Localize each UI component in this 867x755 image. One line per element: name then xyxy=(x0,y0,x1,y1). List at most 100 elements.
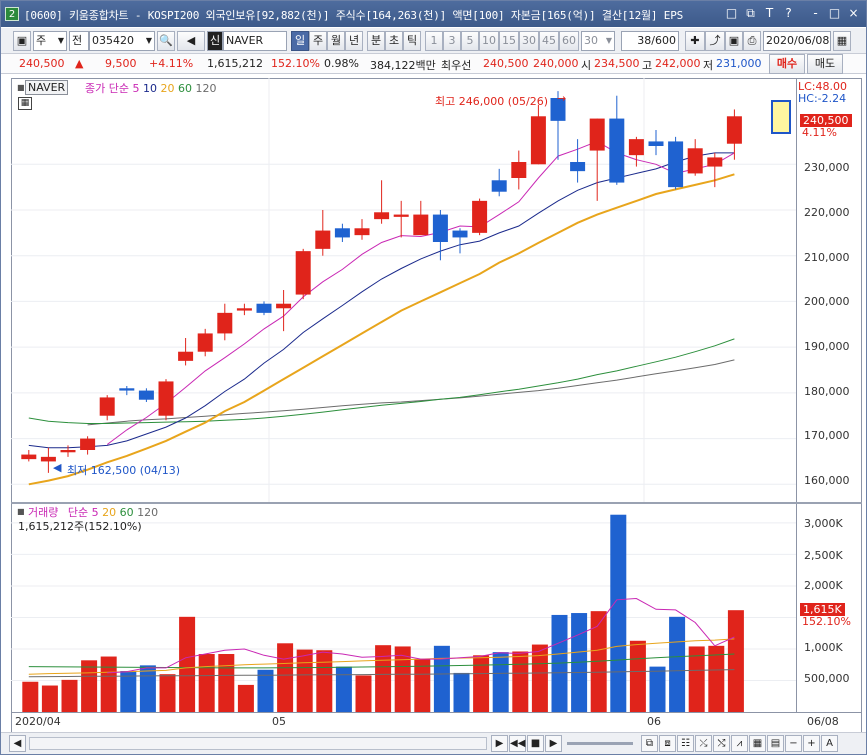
page-count-field: 38/600 xyxy=(621,31,679,51)
candle-body xyxy=(295,251,311,295)
interval-select[interactable]: 30 ▼ xyxy=(581,31,615,51)
close-button[interactable]: × xyxy=(845,5,862,22)
search-icon[interactable]: 🔍 xyxy=(157,31,175,51)
layout-icon[interactable]: □ xyxy=(723,5,740,22)
stock-name-field: NAVER xyxy=(223,31,287,51)
layout-icon[interactable]: ▤ xyxy=(767,735,784,752)
calendar-icon[interactable]: ▦ xyxy=(833,31,851,51)
ma-legend: 종가 단순 5 10 20 60 120 xyxy=(85,82,217,95)
candle-body xyxy=(511,162,527,178)
grid-icon[interactable]: ▦ xyxy=(749,735,766,752)
save-icon[interactable]: ▣ xyxy=(725,31,743,51)
interval-60-button[interactable]: 60 xyxy=(559,31,579,51)
period-month-button[interactable]: 월 xyxy=(327,31,345,51)
table-icon[interactable]: ▦ xyxy=(18,97,32,110)
period-second-button[interactable]: 초 xyxy=(385,31,403,51)
scroll-track[interactable] xyxy=(29,737,487,750)
chevron-down-icon: ▼ xyxy=(605,36,612,45)
candle-body xyxy=(138,390,154,400)
volume-bar xyxy=(139,665,156,712)
volume-bar xyxy=(512,651,529,712)
y-tick: 220,000 xyxy=(804,206,850,219)
volume-bar xyxy=(218,654,235,712)
rewind-icon[interactable]: ◀◀ xyxy=(509,735,526,752)
candle-body xyxy=(334,228,350,238)
volume-bar xyxy=(708,645,725,712)
y-tick: 180,000 xyxy=(804,385,850,398)
trend-icon[interactable]: ⤭ xyxy=(713,735,730,752)
credit-badge: 신 xyxy=(207,31,223,51)
hc-label: HC:-2.24 xyxy=(798,92,847,105)
sell-button[interactable]: 매도 xyxy=(807,54,843,74)
high-price: 242,000 xyxy=(655,57,701,70)
speed-slider[interactable] xyxy=(567,742,633,745)
scroll-right-icon[interactable]: ▶ xyxy=(491,735,508,752)
volume-bar xyxy=(316,650,333,712)
drawing-tool-icon[interactable]: ⤴ xyxy=(705,31,725,51)
arrow-right-icon: → xyxy=(557,92,567,105)
zoom-window-icon[interactable]: ⧉ xyxy=(641,735,658,752)
menu-icon[interactable]: ▣ xyxy=(13,31,31,51)
interval-5-button[interactable]: 5 xyxy=(461,31,479,51)
period-tick-button[interactable]: 틱 xyxy=(403,31,421,51)
candle-body xyxy=(687,148,703,174)
text-icon[interactable]: T xyxy=(761,5,778,22)
volume-bar xyxy=(473,655,490,712)
period-day-button[interactable]: 일 xyxy=(291,31,309,51)
vol-y-tick: 1,000K xyxy=(804,641,843,654)
y-tick: 190,000 xyxy=(804,340,850,353)
volume-summary: 1,615,212주(152.10%) xyxy=(18,520,142,533)
period-unit-select[interactable]: 주 ▼ xyxy=(33,31,67,51)
maximize-button[interactable]: □ xyxy=(826,5,843,22)
current-volume-pct: 152.10% xyxy=(802,615,851,628)
x-tick: 06/08 xyxy=(807,715,839,728)
zoom-out-icon[interactable]: − xyxy=(785,735,802,752)
chart-type-icon[interactable]: ⩘ xyxy=(731,735,748,752)
price-chart[interactable] xyxy=(11,78,796,502)
candle-body xyxy=(472,200,488,233)
play-icon[interactable]: ▶ xyxy=(545,735,562,752)
turnover-rate: 0.98% xyxy=(324,57,359,70)
period-week-button[interactable]: 주 xyxy=(309,31,327,51)
split-icon[interactable]: ⧈ xyxy=(659,735,676,752)
stop-icon[interactable]: ■ xyxy=(527,735,544,752)
candle-body xyxy=(668,141,684,188)
font-size-icon[interactable]: A xyxy=(821,735,838,752)
candle-body xyxy=(648,141,664,146)
interval-3-button[interactable]: 3 xyxy=(443,31,461,51)
minimize-button[interactable]: - xyxy=(807,5,824,22)
interval-10-button[interactable]: 10 xyxy=(479,31,499,51)
stock-legend-label[interactable]: NAVER xyxy=(25,80,69,95)
volume-bar xyxy=(629,640,646,712)
interval-1-button[interactable]: 1 xyxy=(425,31,443,51)
line-tool-icon[interactable]: ⤯ xyxy=(695,735,712,752)
buy-button[interactable]: 매수 xyxy=(769,54,805,74)
help-icon[interactable]: ? xyxy=(780,5,797,22)
candle-body xyxy=(256,303,272,313)
zoom-in-icon[interactable]: + xyxy=(803,735,820,752)
copy-window-icon[interactable]: ⧉ xyxy=(742,5,759,22)
title-bar[interactable]: 2 [0600] 키움종합차트 - KOSPI200 외국인보유[92,882(… xyxy=(1,1,866,27)
volume-bar xyxy=(277,643,294,712)
crosshair-icon[interactable]: ✚ xyxy=(685,31,705,51)
current-pct-tag: 4.11% xyxy=(802,126,837,139)
y-tick: 170,000 xyxy=(804,429,850,442)
scroll-left-icon[interactable]: ◀ xyxy=(9,735,26,752)
interval-15-button[interactable]: 15 xyxy=(499,31,519,51)
vol-y-tick: 3,000K xyxy=(804,517,843,530)
volume-bar xyxy=(335,666,352,712)
indicator-icon[interactable]: ☷ xyxy=(677,735,694,752)
stock-code-input[interactable]: 035420 ▼ xyxy=(89,31,155,51)
price-change: 9,500 xyxy=(105,57,137,70)
prev-button[interactable]: 전 xyxy=(69,31,89,51)
period-minute-button[interactable]: 분 xyxy=(367,31,385,51)
period-year-button[interactable]: 년 xyxy=(345,31,363,51)
speaker-icon[interactable]: ◀ xyxy=(177,31,205,51)
volume-bar xyxy=(414,659,431,712)
quote-bar: 240,500 ▲ 9,500 +4.11% 1,615,212 152.10%… xyxy=(1,54,866,74)
interval-30-button[interactable]: 30 xyxy=(519,31,539,51)
volume-chart[interactable] xyxy=(11,504,796,712)
date-input[interactable]: 2020/06/08 xyxy=(763,31,831,51)
interval-45-button[interactable]: 45 xyxy=(539,31,559,51)
print-icon[interactable]: ⎙ xyxy=(743,31,761,51)
